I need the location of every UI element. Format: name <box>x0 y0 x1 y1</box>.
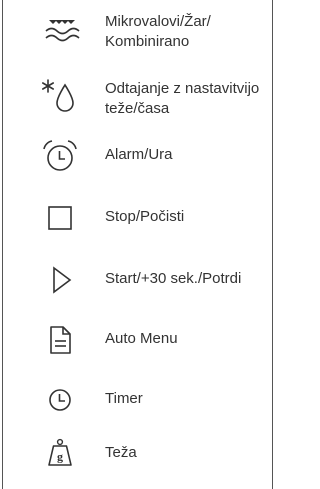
legend-row-start: Start/+30 sek./Potrdi <box>0 254 276 306</box>
legend-row-timer: Timer <box>0 374 276 424</box>
legend-label-auto-menu: Auto Menu <box>105 330 178 347</box>
legend-row-auto-menu: Auto Menu <box>0 314 276 366</box>
legend-label-timer: Timer <box>105 390 143 407</box>
timer-clock-icon <box>40 380 80 420</box>
legend-label-alarm: Alarm/Ura <box>105 146 173 163</box>
defrost-icon <box>40 77 80 117</box>
legend-row-defrost: Odtajanje z nastavitvijo teže/časa <box>0 62 276 120</box>
legend-row-stop: Stop/Počisti <box>0 192 276 244</box>
legend-row-alarm: Alarm/Ura <box>0 130 276 180</box>
auto-menu-document-icon <box>40 320 80 360</box>
alarm-clock-icon <box>40 137 80 177</box>
microwave-grill-icon <box>40 12 80 52</box>
legend-label-start: Start/+30 sek./Potrdi <box>105 270 242 287</box>
legend-label-stop: Stop/Počisti <box>105 208 185 225</box>
legend-label-microwave-grill: Mikrovalovi/Žar/ Kombinirano <box>105 13 211 50</box>
svg-text:g: g <box>57 450 63 464</box>
stop-square-icon <box>40 198 80 238</box>
control-panel-legend: Mikrovalovi/Žar/ Kombinirano Odtajanje z… <box>0 0 276 489</box>
legend-row-microwave-grill: Mikrovalovi/Žar/ Kombinirano <box>0 0 276 62</box>
start-triangle-icon <box>40 260 80 300</box>
weight-g-icon: g <box>40 434 80 474</box>
legend-row-weight: g Teža <box>0 428 276 480</box>
legend-label-defrost: Odtajanje z nastavitvijo teže/časa <box>105 80 260 117</box>
legend-label-weight: Teža <box>105 444 137 461</box>
